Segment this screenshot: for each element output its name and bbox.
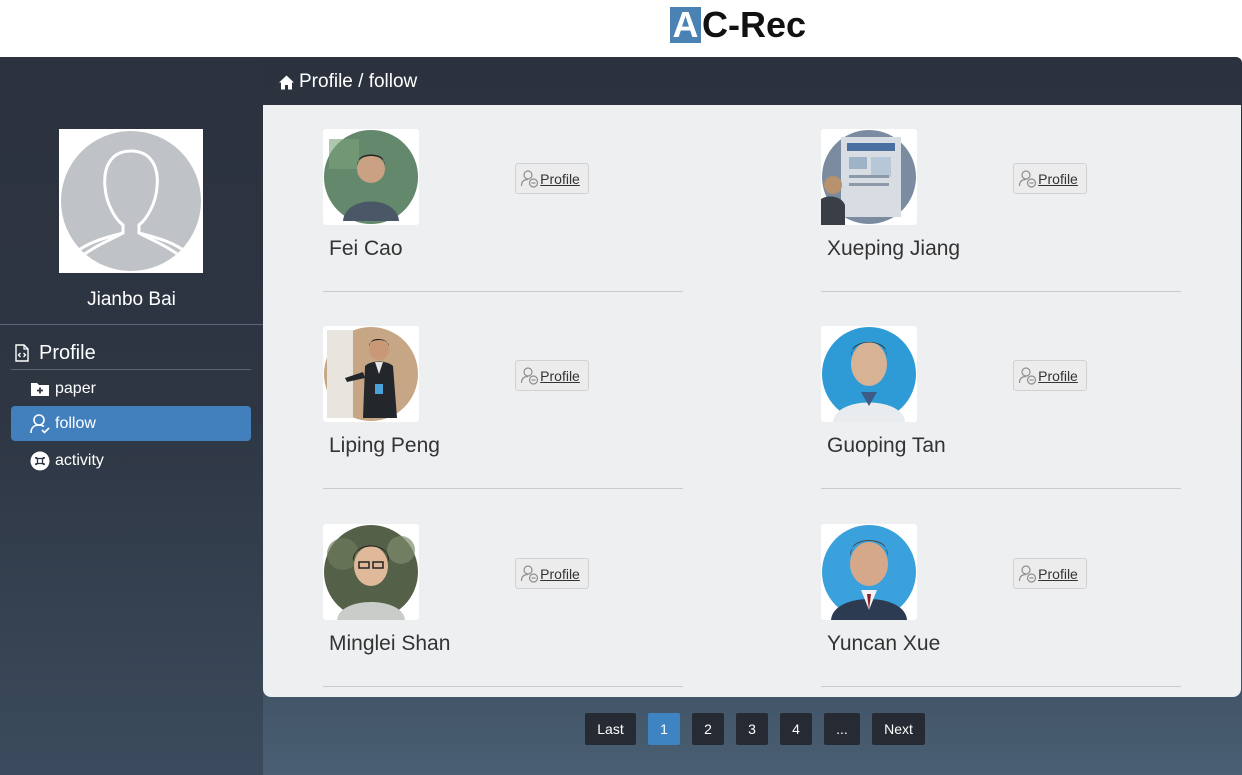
follow-card: Profile Fei Cao [323, 129, 683, 292]
sidebar-item-label: follow [55, 414, 96, 432]
person-photo [821, 326, 917, 422]
sidebar-item-label: paper [55, 379, 96, 397]
pagination-page-1[interactable]: 1 [648, 713, 680, 745]
profile-button[interactable]: Profile [515, 360, 589, 391]
person-photo [323, 129, 419, 225]
person-name[interactable]: Fei Cao [329, 237, 403, 261]
follow-card: Profile Guoping Tan [821, 326, 1181, 489]
profile-button-label: Profile [1038, 565, 1078, 582]
user-minus-icon [521, 565, 539, 583]
person-name[interactable]: Xueping Jiang [827, 237, 960, 261]
person-name[interactable]: Minglei Shan [329, 632, 450, 656]
pagination-next[interactable]: Next [872, 713, 925, 745]
user-avatar [59, 129, 203, 273]
profile-button[interactable]: Profile [515, 558, 589, 589]
logo-text: C-Rec [702, 4, 807, 45]
person-photo [323, 524, 419, 620]
profile-button-label: Profile [540, 367, 580, 384]
breadcrumb: Profile / follow [278, 70, 417, 94]
sidebar-section-profile[interactable]: Profile [11, 337, 251, 370]
person-photo [821, 129, 917, 225]
app-logo[interactable]: A C-Rec [670, 6, 806, 44]
top-header: A C-Rec [0, 0, 1242, 57]
logo-letter: A [670, 7, 701, 43]
follow-card: Profile Xueping Jiang [821, 129, 1181, 292]
home-icon[interactable] [278, 74, 295, 91]
follow-card: Profile Yuncan Xue [821, 524, 1181, 687]
profile-button[interactable]: Profile [1013, 163, 1087, 194]
command-icon [29, 450, 51, 472]
sidebar-item-follow[interactable]: follow [11, 406, 251, 441]
follow-card: Profile Liping Peng [323, 326, 683, 489]
sidebar-divider [0, 324, 263, 325]
pagination-page-2[interactable]: 2 [692, 713, 724, 745]
profile-button[interactable]: Profile [1013, 360, 1087, 391]
folder-plus-icon [29, 378, 51, 400]
sidebar-item-label: activity [55, 451, 104, 469]
person-name[interactable]: Liping Peng [329, 434, 440, 458]
user-minus-icon [1019, 367, 1037, 385]
breadcrumb-text: Profile / follow [299, 71, 418, 92]
pagination-last[interactable]: Last [585, 713, 636, 745]
profile-button-label: Profile [1038, 367, 1078, 384]
person-photo [323, 326, 419, 422]
user-minus-icon [1019, 170, 1037, 188]
user-minus-icon [521, 367, 539, 385]
person-name[interactable]: Guoping Tan [827, 434, 946, 458]
user-minus-icon [521, 170, 539, 188]
code-file-icon [15, 344, 29, 362]
user-check-icon [29, 413, 51, 435]
profile-button-label: Profile [540, 170, 580, 187]
pagination-ellipsis[interactable]: ... [824, 713, 860, 745]
pagination-page-3[interactable]: 3 [736, 713, 768, 745]
follow-list-panel: Profile Fei Cao Profile Xueping Jiang Pr… [263, 105, 1241, 697]
profile-button[interactable]: Profile [1013, 558, 1087, 589]
sidebar-section-label: Profile [39, 341, 96, 364]
pagination-page-4[interactable]: 4 [780, 713, 812, 745]
user-minus-icon [1019, 565, 1037, 583]
user-name: Jianbo Bai [87, 289, 176, 310]
profile-button[interactable]: Profile [515, 163, 589, 194]
person-photo [821, 524, 917, 620]
person-name[interactable]: Yuncan Xue [827, 632, 940, 656]
profile-button-label: Profile [540, 565, 580, 582]
follow-card: Profile Minglei Shan [323, 524, 683, 687]
profile-button-label: Profile [1038, 170, 1078, 187]
sidebar-item-paper[interactable]: paper [11, 371, 251, 406]
sidebar-item-activity[interactable]: activity [11, 443, 251, 478]
